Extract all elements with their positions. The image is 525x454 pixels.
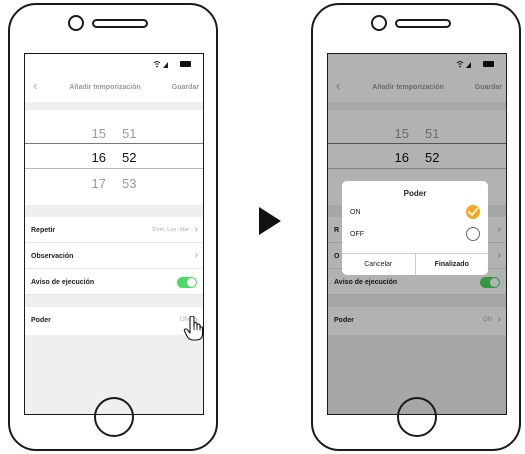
tap-hand-icon — [183, 315, 203, 342]
home-button[interactable] — [397, 397, 437, 437]
save-button[interactable]: Guardar — [172, 84, 199, 91]
repeat-row[interactable]: Repetir Dom, Lun, Mar › — [25, 217, 203, 243]
wifi-signal-icon — [153, 60, 169, 70]
power-dialog: Poder ON OFF Cancelar Finalizado — [342, 181, 488, 275]
picker-row[interactable]: 17 53 — [25, 176, 203, 191]
radio-empty-icon[interactable] — [466, 227, 480, 241]
picker-hour: 16 — [91, 150, 106, 165]
back-chevron-icon[interactable]: ‹ — [33, 79, 37, 92]
picker-line-bottom — [25, 168, 203, 169]
notice-row: Aviso de ejecución — [25, 269, 203, 295]
phone-left: ‹ Añadir temporización Guardar 15 51 16 … — [8, 3, 218, 451]
screen-left: ‹ Añadir temporización Guardar 15 51 16 … — [24, 53, 204, 415]
screen-right: ‹ Añadir temporización Guardar 15 51 16 … — [327, 53, 507, 415]
phone-right: ‹ Añadir temporización Guardar 15 51 16 … — [311, 3, 521, 451]
repeat-label: Repetir — [31, 227, 56, 234]
chevron-right-icon: › — [194, 250, 198, 261]
observation-row[interactable]: Observación › — [25, 243, 203, 269]
picker-row-selected[interactable]: 16 52 — [25, 150, 203, 165]
option-off-label[interactable]: OFF — [350, 231, 364, 238]
earpiece — [92, 19, 148, 28]
battery-icon — [180, 61, 191, 67]
front-camera — [371, 15, 387, 31]
cancel-button[interactable]: Cancelar — [342, 254, 415, 275]
observation-label: Observación — [31, 253, 74, 260]
picker-minute: 53 — [122, 176, 137, 191]
home-button[interactable] — [94, 397, 134, 437]
power-row[interactable]: Poder ON › — [25, 307, 203, 335]
picker-minute: 51 — [122, 126, 137, 141]
page-title: Añadir temporización — [69, 84, 141, 91]
notice-label: Aviso de ejecución — [31, 279, 95, 286]
chevron-right-icon: › — [194, 224, 198, 235]
nav-bar: ‹ Añadir temporización Guardar — [25, 74, 203, 102]
picker-minute: 52 — [122, 150, 137, 165]
dialog-buttons: Cancelar Finalizado — [342, 253, 488, 275]
notice-toggle[interactable] — [177, 277, 197, 288]
front-camera — [68, 15, 84, 31]
finish-button[interactable]: Finalizado — [414, 254, 489, 275]
check-circle-icon[interactable] — [466, 205, 480, 219]
repeat-value: Dom, Lun, Mar — [152, 227, 189, 233]
picker-hour: 15 — [91, 126, 106, 141]
status-bar — [25, 54, 203, 74]
dialog-title: Poder — [403, 189, 427, 198]
option-on-label[interactable]: ON — [350, 209, 361, 216]
picker-hour: 17 — [91, 176, 106, 191]
power-list: Poder ON › — [25, 307, 203, 335]
picker-line-top — [25, 143, 203, 144]
power-label: Poder — [31, 317, 51, 324]
earpiece — [395, 19, 451, 28]
settings-list: Repetir Dom, Lun, Mar › Observación › Av… — [25, 217, 203, 295]
transition-arrow-icon — [259, 207, 281, 235]
time-picker[interactable]: 15 51 16 52 17 53 — [25, 110, 203, 205]
toggle-knob — [187, 278, 196, 287]
picker-row[interactable]: 15 51 — [25, 126, 203, 141]
